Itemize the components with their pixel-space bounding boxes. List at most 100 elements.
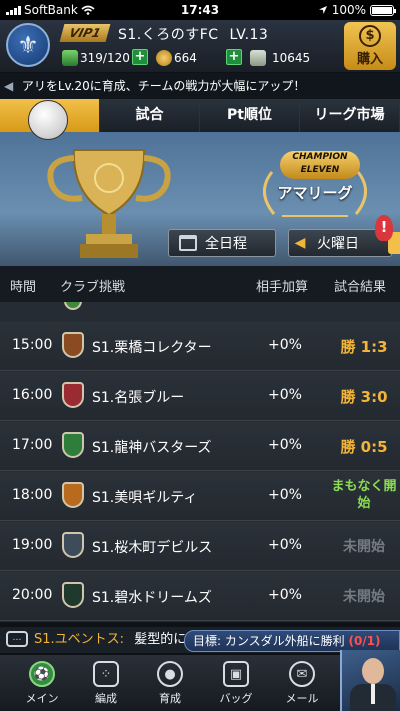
club-name[interactable]: S1.名張ブルー [92,387,184,407]
club-crest-icon [62,582,84,608]
chat-message: S1.ユベントス: 髪型的には [34,627,199,653]
header-result: 試合結果 [334,280,387,295]
club-crest-icon [62,532,84,558]
team-name: S1.くろのすFC [118,27,219,43]
coin-value: 664 [174,51,197,65]
cash-resource: 10645 [250,48,310,68]
table-row[interactable]: 15:00 S1.栗橋コレクター +0% 勝 1:3 [0,322,400,371]
match-result: まもなく開始 [331,479,397,511]
header-bonus: 相手加算 [256,280,309,295]
alert-pin-icon: ! [375,215,393,241]
add-stamina-button[interactable]: + [132,49,148,65]
buy-button[interactable]: $ 購入 [344,22,396,70]
opponent-bonus: +0% [268,437,302,453]
coach-tie [371,684,375,704]
nav-bag-label: バッグ [219,692,253,705]
bag-icon: ▣ [223,661,249,687]
schedule-table-header: 時間 クラブ挑戦 相手加算 試合結果 [0,266,400,302]
all-schedule-label: 全日程 [205,236,247,252]
location-arrow-icon [318,6,327,14]
team-crest-icon[interactable]: ⚜ [6,23,50,67]
speaker-icon: ◀ [4,79,14,93]
coin-icon [156,50,172,66]
goal-banner[interactable]: 目標: カンスダル外船に勝利 (0/1) [184,630,400,652]
prev-day-arrow-icon[interactable]: ◀ [289,230,311,256]
match-time: 18:00 [12,487,53,503]
team-header: ⚜ VIP1 S1.くろのすFC LV.13 319/120 + 664 + 1… [0,20,400,72]
club-name[interactable]: S1.龍神バスターズ [92,437,212,457]
match-result: 勝 3:0 [340,388,388,406]
club-crest-icon [62,432,84,458]
battery-icon [370,4,396,16]
buy-label: 購入 [356,52,383,67]
match-time: 19:00 [12,537,53,553]
schedule-list[interactable]: 15:00 S1.栗橋コレクター +0% 勝 1:3 16:00 S1.名張ブルー +0% 勝… [0,302,400,622]
stamina-drink-icon [62,50,78,66]
add-coins-button[interactable]: + [226,49,242,65]
dollar-coin-icon: $ [359,25,381,47]
opponent-bonus: +0% [268,487,302,503]
nav-bag[interactable]: ▣ バッグ [206,661,266,706]
opponent-bonus: +0% [268,337,302,353]
calendar-icon [179,235,197,251]
nav-main-label: メイン [25,692,59,705]
table-row[interactable]: 17:00 S1.龍神バスターズ +0% 勝 0:5 [0,422,400,471]
status-bar: SoftBank 17:43 100% [0,0,400,20]
goal-label: 目標: カンスダル外船に勝利 [193,634,345,648]
club-crest-icon [62,332,84,358]
coach-head [362,658,384,684]
stamina-resource: 319/120 [62,48,130,68]
match-result: 未開始 [343,589,385,605]
table-row[interactable]: 20:00 S1.碧水ドリームズ +0% 未開始 [0,572,400,621]
cash-value: 10645 [272,51,311,65]
stamina-value: 319/120 [80,51,130,65]
nav-mail[interactable]: ✉ メール [272,661,332,706]
nav-formation[interactable]: ⁘ 編成 [76,661,136,706]
table-row[interactable]: 16:00 S1.名張ブルー +0% 勝 3:0 [0,372,400,421]
club-name[interactable]: S1.碧水ドリームズ [92,587,212,607]
mail-icon: ✉ [289,661,315,687]
match-result: 勝 1:3 [340,338,388,356]
club-crest-icon [64,302,82,310]
league-name: アマリーグ [277,184,353,202]
nav-training-label: 育成 [159,692,181,705]
tab-league-market[interactable]: リーグ市場 [300,99,400,132]
team-level: LV.13 [229,27,269,43]
club-name[interactable]: S1.美唄ギルティ [92,487,197,507]
tab-match[interactable]: 試合 [100,99,200,132]
soccer-ball-icon: ⚽ [29,661,55,687]
club-crest-icon [62,482,84,508]
chat-icon[interactable]: … [6,631,28,647]
team-name-level: S1.くろのすFC LV.13 [118,24,268,44]
nav-training[interactable]: ● 育成 [140,661,200,706]
match-result: 未開始 [343,539,385,555]
trophy-icon [47,149,171,258]
nav-formation-label: 編成 [95,692,117,705]
match-time: 15:00 [12,337,53,353]
match-result: 勝 0:5 [340,438,388,456]
coach-portrait[interactable] [340,650,400,711]
nav-mail-label: メール [285,692,319,705]
cash-icon [250,50,266,66]
match-time: 16:00 [12,387,53,403]
soccer-ball-decoration [28,100,68,140]
day-label: 火曜日 [317,236,359,252]
table-row[interactable]: 18:00 S1.美唄ギルティ +0% まもなく開始 [0,472,400,521]
battery-percent: 100% [331,3,366,17]
all-schedule-button[interactable]: 全日程 [168,229,276,257]
opponent-bonus: +0% [268,387,302,403]
nav-main[interactable]: ⚽ メイン [12,661,72,706]
opponent-bonus: +0% [268,587,302,603]
opponent-bonus: +0% [268,537,302,553]
formation-icon: ⁘ [93,661,119,687]
league-logo: CHAMPION ELEVEN [280,151,360,179]
notice-text: アリをLv.20に育成、チームの戦力が大幅にアップ！ [21,79,306,93]
tab-pt-ranking[interactable]: Pt順位 [200,99,300,132]
goal-count: (0/1) [348,634,381,648]
header-club: クラブ挑戦 [60,280,126,295]
club-name[interactable]: S1.栗橋コレクター [92,337,212,357]
status-right: 100% [318,3,396,17]
club-name[interactable]: S1.桜木町デビルス [92,537,212,557]
table-row[interactable]: 19:00 S1.桜木町デビルス +0% 未開始 [0,522,400,571]
vip-badge[interactable]: VIP1 [59,24,111,42]
